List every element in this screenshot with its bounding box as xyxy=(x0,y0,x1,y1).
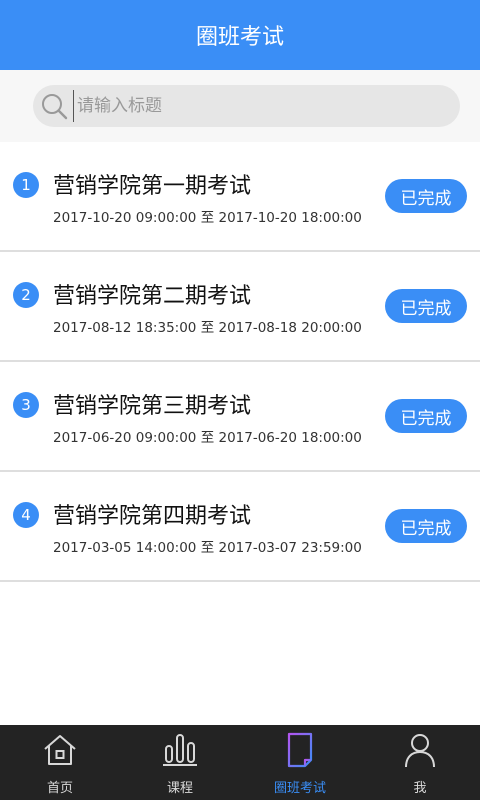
exam-end-time: 2017-03-07 23:59:00 xyxy=(218,540,362,556)
exam-end-time: 2017-10-20 18:00:00 xyxy=(218,210,362,226)
tab-me[interactable]: 我 xyxy=(360,725,480,800)
header-bar: 圈班考试 xyxy=(0,0,480,70)
exam-row[interactable]: 2 营销学院第二期考试 2017-08-12 18:35:00 至 2017-0… xyxy=(0,252,480,362)
home-icon xyxy=(44,735,76,765)
exam-title: 营销学院第一期考试 xyxy=(53,174,252,199)
exam-time-separator: 至 xyxy=(200,430,215,446)
exam-end-time: 2017-06-20 18:00:00 xyxy=(218,430,362,446)
exam-row[interactable]: 3 营销学院第三期考试 2017-06-20 09:00:00 至 2017-0… xyxy=(0,362,480,472)
tab-home[interactable]: 首页 xyxy=(0,725,120,800)
bar-chart-icon xyxy=(163,734,197,766)
exam-start-time: 2017-08-12 18:35:00 xyxy=(53,320,197,336)
exam-number-badge: 1 xyxy=(13,172,39,198)
exam-start-time: 2017-03-05 14:00:00 xyxy=(53,540,197,556)
bottom-tab-bar: 首页 课程 圈班考试 我 xyxy=(0,725,480,800)
exam-status-button[interactable]: 已完成 xyxy=(385,399,467,433)
person-icon xyxy=(405,734,435,768)
exam-title: 营销学院第三期考试 xyxy=(53,394,252,419)
exam-list: 1 营销学院第一期考试 2017-10-20 09:00:00 至 2017-1… xyxy=(0,142,480,582)
exam-status-button[interactable]: 已完成 xyxy=(385,509,467,543)
tab-circle-exam[interactable]: 圈班考试 xyxy=(240,725,360,800)
tab-label: 课程 xyxy=(166,781,193,796)
exam-title: 营销学院第二期考试 xyxy=(53,284,252,309)
exam-number-badge: 4 xyxy=(13,502,39,528)
tab-courses[interactable]: 课程 xyxy=(120,725,240,800)
exam-time-range: 2017-08-12 18:35:00 至 2017-08-18 20:00:0… xyxy=(53,316,362,336)
search-bar xyxy=(0,70,480,143)
search-input[interactable] xyxy=(73,90,439,122)
exam-number-badge: 3 xyxy=(13,392,39,418)
tab-label: 首页 xyxy=(46,781,73,796)
exam-time-separator: 至 xyxy=(200,320,215,336)
exam-start-time: 2017-10-20 09:00:00 xyxy=(53,210,197,226)
exam-document-icon xyxy=(287,732,313,768)
tab-label: 圈班考试 xyxy=(273,781,326,796)
exam-end-time: 2017-08-18 20:00:00 xyxy=(218,320,362,336)
exam-title: 营销学院第四期考试 xyxy=(53,504,252,529)
exam-time-separator: 至 xyxy=(200,210,215,226)
tab-label: 我 xyxy=(413,781,427,796)
exam-time-separator: 至 xyxy=(200,540,215,556)
exam-start-time: 2017-06-20 09:00:00 xyxy=(53,430,197,446)
exam-time-range: 2017-10-20 09:00:00 至 2017-10-20 18:00:0… xyxy=(53,206,362,226)
exam-row[interactable]: 4 营销学院第四期考试 2017-03-05 14:00:00 至 2017-0… xyxy=(0,472,480,582)
exam-row[interactable]: 1 营销学院第一期考试 2017-10-20 09:00:00 至 2017-1… xyxy=(0,142,480,252)
exam-status-button[interactable]: 已完成 xyxy=(385,289,467,323)
search-box[interactable] xyxy=(33,85,460,127)
exam-time-range: 2017-03-05 14:00:00 至 2017-03-07 23:59:0… xyxy=(53,536,362,556)
exam-status-button[interactable]: 已完成 xyxy=(385,179,467,213)
page-title: 圈班考试 xyxy=(195,25,284,50)
exam-time-range: 2017-06-20 09:00:00 至 2017-06-20 18:00:0… xyxy=(53,426,362,446)
search-icon xyxy=(42,94,68,120)
exam-number-badge: 2 xyxy=(13,282,39,308)
